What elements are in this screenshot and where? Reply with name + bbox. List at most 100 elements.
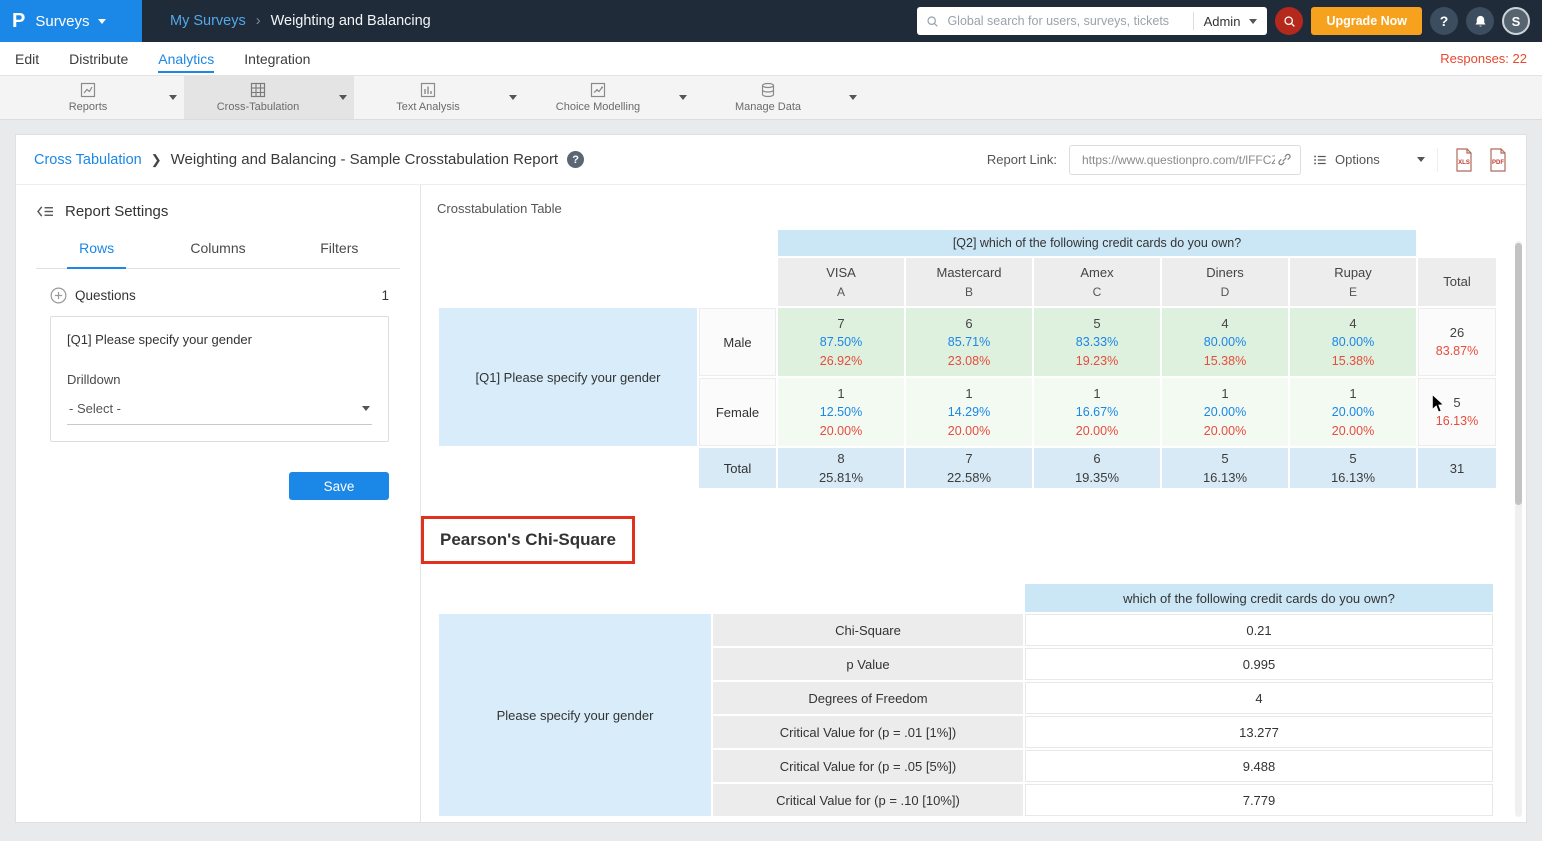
global-search: Admin xyxy=(917,7,1267,35)
crosstab-grand-total-cell: 31 xyxy=(1418,448,1496,488)
report-link-field xyxy=(1069,145,1301,175)
toolbar-reports-item[interactable]: Reports xyxy=(14,76,162,119)
col-name: Rupay xyxy=(1291,263,1415,283)
report-settings-panel: Report Settings Rows Columns Filters Que… xyxy=(16,185,421,823)
search-scope-dropdown[interactable]: Admin xyxy=(1194,7,1268,35)
chevron-down-icon[interactable] xyxy=(502,76,524,119)
col-letter: B xyxy=(907,283,1031,302)
crosstab-table: [Q2] which of the following credit cards… xyxy=(437,228,1498,490)
cell-count: 1 xyxy=(907,384,1031,403)
analytics-toolbar: Reports Cross-Tabulation Text Analysis C… xyxy=(0,76,1542,120)
tab-filters[interactable]: Filters xyxy=(279,236,400,268)
chevron-down-icon[interactable] xyxy=(672,76,694,119)
report-help-icon[interactable]: ? xyxy=(567,151,584,168)
chi-stat-label: Critical Value for (p = .10 [10%]) xyxy=(713,784,1023,816)
add-question-icon[interactable] xyxy=(50,287,67,304)
toolbar-text-analysis[interactable]: Text Analysis xyxy=(354,76,524,119)
chi-stat-value: 13.277 xyxy=(1025,716,1493,748)
cell-pct: 16.13% xyxy=(1420,412,1494,431)
crosstab-totals-row-label: Total xyxy=(699,448,776,488)
product-switcher[interactable]: P Surveys xyxy=(0,0,142,42)
cell-row-pct: 80.00% xyxy=(1291,333,1415,352)
cell-col-pct: 26.92% xyxy=(779,352,903,371)
cell-col-pct: 20.00% xyxy=(1035,422,1159,441)
search-icon xyxy=(926,15,939,28)
collapse-panel-icon[interactable] xyxy=(36,204,55,219)
col-name: Amex xyxy=(1035,263,1159,283)
tab-rows[interactable]: Rows xyxy=(36,236,157,268)
chevron-down-icon[interactable] xyxy=(332,76,354,119)
toolbar-manage-data-item[interactable]: Manage Data xyxy=(694,76,842,119)
toolbar-reports[interactable]: Reports xyxy=(14,76,184,119)
tab-columns[interactable]: Columns xyxy=(157,236,278,268)
crosstab-totals-cell: 619.35% xyxy=(1034,448,1160,488)
crosstab-col-header-total: Total xyxy=(1418,258,1496,306)
questions-row: Questions 1 xyxy=(50,287,389,304)
bell-icon xyxy=(1473,14,1488,29)
crosstab-totals-cell: 516.13% xyxy=(1290,448,1416,488)
tab-distribute[interactable]: Distribute xyxy=(69,44,128,73)
save-button[interactable]: Save xyxy=(289,472,389,500)
cell-col-pct: 20.00% xyxy=(907,422,1031,441)
cell-count: 5 xyxy=(1035,314,1159,333)
report-url-input[interactable] xyxy=(1080,152,1277,168)
line-chart-icon xyxy=(80,82,96,98)
drilldown-select[interactable]: - Select - xyxy=(67,397,372,425)
toolbar-choice-modelling[interactable]: Choice Modelling xyxy=(524,76,694,119)
chi-stat-label: Degrees of Freedom xyxy=(713,682,1023,714)
chevron-down-icon[interactable] xyxy=(842,76,864,119)
tab-analytics[interactable]: Analytics xyxy=(158,44,214,73)
list-icon xyxy=(1313,153,1327,167)
toolbar-text-analysis-item[interactable]: Text Analysis xyxy=(354,76,502,119)
questionpro-logo: P xyxy=(12,10,25,33)
cell-count: 1 xyxy=(1035,384,1159,403)
chevron-down-icon xyxy=(98,19,106,24)
crosstab-data-cell: 120.00%20.00% xyxy=(1290,378,1416,446)
question-card[interactable]: [Q1] Please specify your gender Drilldow… xyxy=(50,316,389,442)
questions-label: Questions xyxy=(75,288,136,303)
user-avatar[interactable]: S xyxy=(1502,7,1530,35)
toolbar-choice-modelling-item[interactable]: Choice Modelling xyxy=(524,76,672,119)
chevron-down-icon[interactable] xyxy=(162,76,184,119)
tab-edit[interactable]: Edit xyxy=(15,44,39,73)
crosstab-totals-cell: 825.81% xyxy=(778,448,904,488)
crosstab-row-group-header: [Q1] Please specify your gender xyxy=(439,308,697,446)
cell-col-pct: 23.08% xyxy=(907,352,1031,371)
toolbar-manage-data[interactable]: Manage Data xyxy=(694,76,864,119)
notifications-button[interactable] xyxy=(1466,7,1494,35)
help-button[interactable]: ? xyxy=(1430,7,1458,35)
toolbar-cross-tabulation[interactable]: Cross-Tabulation xyxy=(184,76,354,119)
options-dropdown[interactable]: Options xyxy=(1313,152,1425,167)
link-icon[interactable] xyxy=(1277,152,1292,167)
upgrade-button[interactable]: Upgrade Now xyxy=(1311,7,1422,35)
crosstab-data-cell: 116.67%20.00% xyxy=(1034,378,1160,446)
cell-count: 26 xyxy=(1420,323,1494,342)
breadcrumb-cross-tabulation[interactable]: Cross Tabulation xyxy=(34,152,142,168)
trend-chart-icon xyxy=(590,82,606,98)
report-body: Report Settings Rows Columns Filters Que… xyxy=(16,185,1526,823)
breadcrumb-my-surveys[interactable]: My Surveys xyxy=(170,13,246,29)
chi-stat-value: 9.488 xyxy=(1025,750,1493,782)
crosstab-col-header-mastercard: MastercardB xyxy=(906,258,1032,306)
crosstab-data-cell: 480.00%15.38% xyxy=(1162,308,1288,376)
toolbar-cross-tabulation-item[interactable]: Cross-Tabulation xyxy=(184,76,332,119)
search-input[interactable] xyxy=(945,13,1192,29)
export-pdf-button[interactable]: PDF xyxy=(1488,148,1508,172)
product-name: Surveys xyxy=(35,13,89,30)
cell-row-pct: 14.29% xyxy=(907,403,1031,422)
export-xls-button[interactable]: XLS xyxy=(1454,148,1474,172)
chi-stat-value: 4 xyxy=(1025,682,1493,714)
cell-count: 1 xyxy=(1291,384,1415,403)
cell-pct: 25.81% xyxy=(779,468,903,487)
cell-count: 5 xyxy=(1291,449,1415,468)
tab-integration[interactable]: Integration xyxy=(244,44,310,73)
vertical-scrollbar[interactable] xyxy=(1515,241,1522,817)
breadcrumb-separator: ❯ xyxy=(151,152,162,168)
search-submit-button[interactable] xyxy=(1275,7,1303,35)
topbar-breadcrumb: My Surveys › Weighting and Balancing xyxy=(170,13,431,29)
scrollbar-thumb[interactable] xyxy=(1515,243,1522,505)
tab-columns-label: Columns xyxy=(178,236,257,267)
blank-cell xyxy=(439,258,776,306)
cell-row-pct: 20.00% xyxy=(1163,403,1287,422)
crosstab-col-header-amex: AmexC xyxy=(1034,258,1160,306)
